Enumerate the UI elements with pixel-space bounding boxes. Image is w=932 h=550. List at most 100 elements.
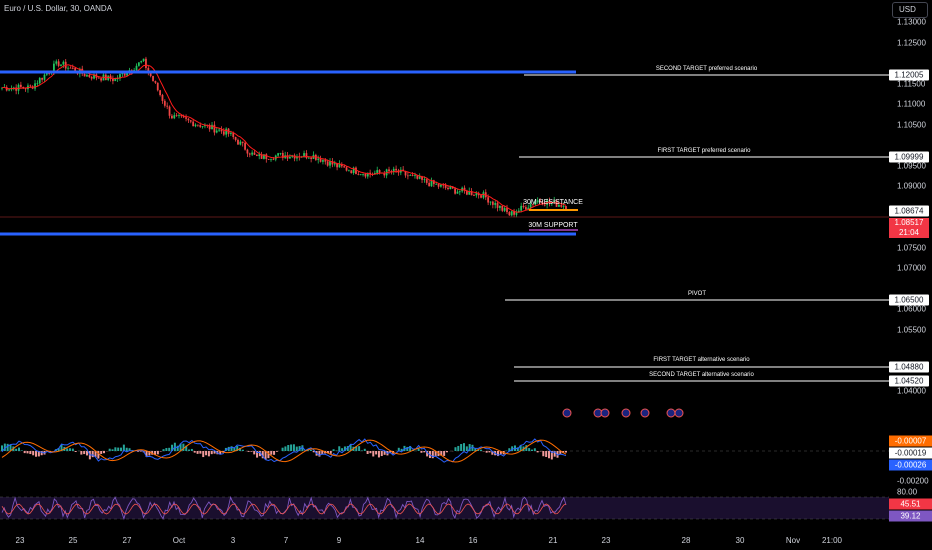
- macd-histogram-bar: [338, 446, 341, 451]
- candle-body: [100, 78, 103, 81]
- candle-body: [253, 152, 256, 155]
- event-marker[interactable]: [666, 408, 676, 418]
- resistance-zone-label: 30M RESISTANCE: [523, 199, 583, 206]
- candle-body: [187, 118, 190, 121]
- time-tick-label: 23: [15, 536, 25, 545]
- candle-body: [388, 169, 390, 172]
- candle-body: [395, 168, 397, 171]
- macd-histogram-bar: [120, 447, 123, 451]
- candle-body: [454, 188, 456, 194]
- target-level-label: FIRST TARGET preferred scenario: [657, 148, 751, 154]
- candle-body: [322, 160, 324, 162]
- macd-histogram-bar: [15, 448, 18, 451]
- macd-histogram-bar: [528, 448, 531, 451]
- candle-body: [192, 121, 195, 127]
- macd-histogram-bar: [168, 447, 171, 451]
- candle-body: [90, 76, 93, 79]
- macd-histogram-bar: [457, 445, 460, 451]
- candle-body: [480, 195, 482, 198]
- candle-body: [154, 81, 157, 83]
- event-marker[interactable]: [640, 408, 650, 418]
- macd-histogram-bar: [465, 446, 468, 451]
- macd-axis-label: -0.00200: [897, 476, 929, 486]
- macd-histogram-bar: [454, 447, 457, 451]
- candle-body: [135, 65, 138, 71]
- candle-body: [310, 157, 313, 159]
- macd-histogram-bar: [83, 451, 86, 455]
- price-tick-label: 1.06000: [897, 304, 926, 314]
- event-marker[interactable]: [621, 408, 631, 418]
- candle-body: [288, 156, 291, 159]
- candle-body: [270, 159, 272, 161]
- rsi-axis-label: 80.00: [897, 487, 918, 497]
- candle-body: [17, 84, 20, 91]
- candle-body: [241, 141, 244, 143]
- macd-histogram-bar: [156, 451, 159, 455]
- macd-histogram-bar: [292, 444, 295, 451]
- candle-body: [440, 184, 442, 187]
- macd-histogram-bar: [125, 447, 128, 451]
- event-marker[interactable]: [674, 408, 684, 418]
- macd-histogram-bar: [565, 451, 567, 453]
- candle-body: [359, 174, 362, 176]
- macd-histogram-bar: [193, 451, 196, 453]
- price-tick-label: 1.05500: [897, 325, 926, 334]
- candle-body: [145, 58, 147, 69]
- macd-histogram-bar: [542, 451, 545, 457]
- candle-body: [307, 157, 310, 159]
- time-tick-label: 14: [415, 536, 425, 545]
- candle-body: [255, 154, 258, 157]
- candle-body: [435, 184, 438, 185]
- target-level-price: 1.04880: [889, 361, 929, 373]
- macd-histogram-bar: [363, 448, 366, 451]
- candle-body: [333, 163, 336, 165]
- macd-histogram-bar: [91, 451, 94, 458]
- candle-body: [178, 115, 180, 116]
- target-level-price: 1.04520: [889, 375, 929, 387]
- candle-body: [152, 76, 154, 82]
- macd-histogram-bar: [488, 451, 491, 453]
- candle-body: [317, 158, 320, 160]
- macd-histogram-bar: [188, 449, 191, 451]
- candle-body: [218, 129, 221, 131]
- time-tick-label: 27: [122, 536, 132, 545]
- candle-body: [199, 125, 202, 127]
- macd-histogram-bar: [479, 449, 482, 451]
- macd-histogram-bar: [273, 451, 276, 455]
- macd-histogram-value: -0.00026: [889, 459, 932, 471]
- macd-histogram-bar: [100, 451, 103, 454]
- candle-body: [140, 61, 143, 63]
- time-tick-label: 23: [601, 536, 611, 545]
- candle-body: [123, 73, 126, 76]
- candle-body: [161, 94, 164, 101]
- macd-histogram-bar: [165, 448, 168, 451]
- macd-histogram-bar: [341, 448, 344, 451]
- candle-body: [487, 197, 490, 203]
- macd-histogram-bar: [485, 451, 488, 453]
- price-tick-label: 1.11000: [897, 99, 926, 109]
- candle-body: [166, 105, 169, 107]
- target-level-label: SECOND TARGET preferred scenario: [655, 66, 758, 72]
- candle-body: [515, 212, 518, 215]
- candle-body: [362, 173, 364, 175]
- macd-histogram-bar: [241, 449, 244, 451]
- price-chart[interactable]: [0, 0, 932, 550]
- event-marker[interactable]: [600, 408, 610, 418]
- macd-histogram-bar: [117, 447, 120, 451]
- macd-histogram-bar: [329, 451, 332, 454]
- candle-body: [510, 211, 513, 216]
- macd-histogram-bar: [196, 451, 199, 454]
- time-tick-label: 16: [468, 536, 478, 545]
- price-tick-label: 1.13000: [897, 17, 926, 27]
- candle-body: [168, 106, 171, 116]
- candle-body: [88, 75, 91, 77]
- candle-body: [267, 158, 270, 160]
- event-marker[interactable]: [562, 408, 572, 418]
- macd-histogram-bar: [97, 451, 100, 459]
- candle-body: [29, 85, 32, 87]
- macd-value: -0.00007: [889, 435, 932, 447]
- target-level-label: FIRST TARGET alternative scenario: [653, 357, 750, 363]
- macd-histogram-bar: [74, 451, 77, 453]
- time-tick-label: 30: [735, 536, 745, 545]
- candle-body: [57, 61, 60, 66]
